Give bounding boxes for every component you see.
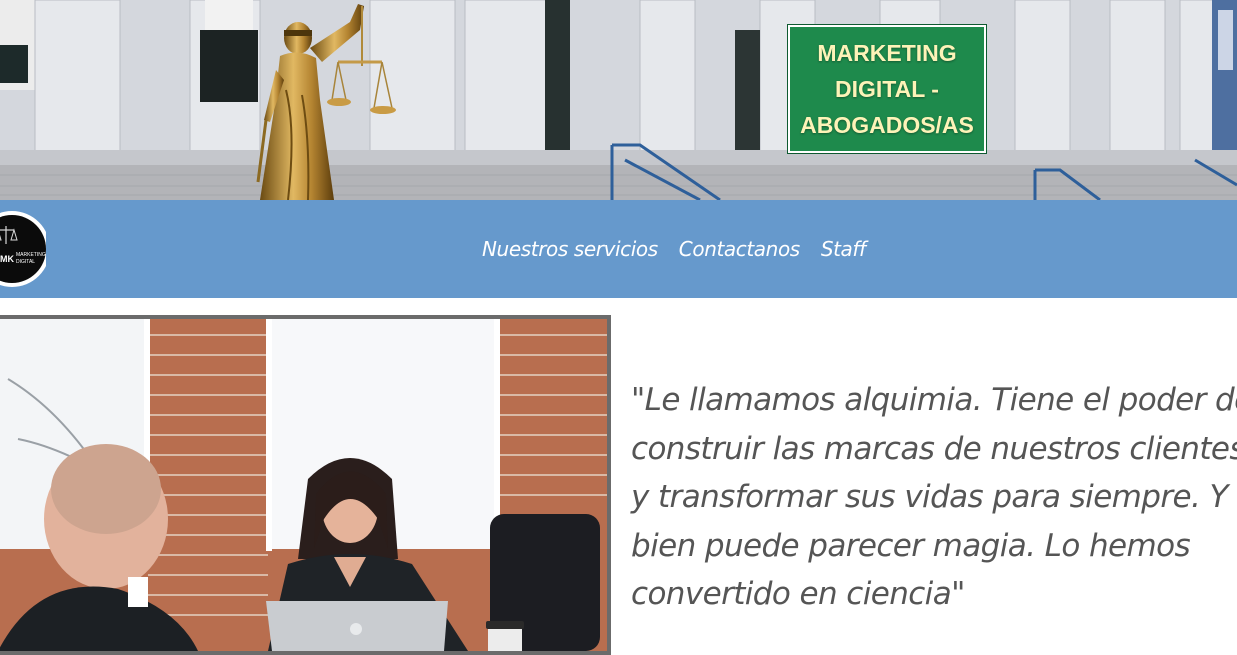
lady-justice-icon bbox=[256, 4, 396, 200]
nav-links: Nuestros servicios Contactanos Staff bbox=[482, 236, 866, 262]
scales-logo-icon: MK MARKETING DIGITAL bbox=[0, 211, 46, 287]
nav-link-staff[interactable]: Staff bbox=[821, 236, 866, 262]
hero-title-text: MARKETING DIGITAL - ABOGADOS/AS bbox=[800, 40, 974, 138]
hero-banner: MARKETING DIGITAL - ABOGADOS/AS bbox=[0, 0, 1237, 200]
hero-background-illustration bbox=[0, 0, 1237, 200]
nav-link-contactanos[interactable]: Contactanos bbox=[679, 236, 800, 262]
office-meeting-photo bbox=[0, 315, 611, 655]
brand-logo[interactable]: MK MARKETING DIGITAL bbox=[0, 204, 46, 290]
brand-quote: "Le llamamos alquimia. Tiene el poder de… bbox=[631, 382, 1237, 612]
svg-text:MARKETING: MARKETING bbox=[16, 252, 46, 258]
meeting-illustration bbox=[0, 319, 607, 651]
nav-link-nuestros-servicios[interactable]: Nuestros servicios bbox=[482, 236, 658, 262]
svg-text:MK: MK bbox=[0, 254, 14, 264]
svg-text:DIGITAL: DIGITAL bbox=[16, 259, 35, 265]
hero-title-badge: MARKETING DIGITAL - ABOGADOS/AS bbox=[787, 24, 987, 154]
